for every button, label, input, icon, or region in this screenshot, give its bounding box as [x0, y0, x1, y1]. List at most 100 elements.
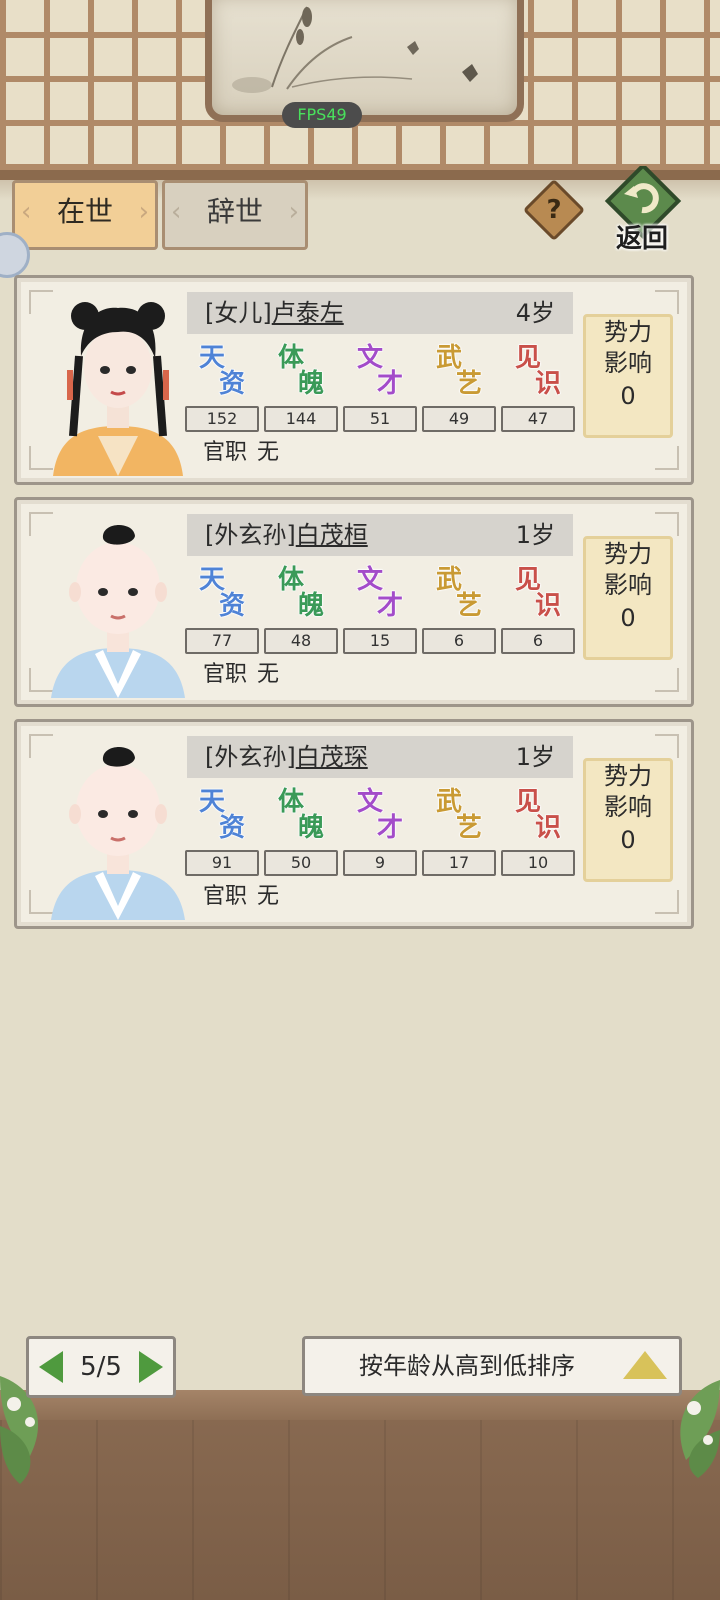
stat-literacy-glyph-2: 才: [376, 369, 404, 399]
next-page-arrow-icon[interactable]: [139, 1351, 163, 1383]
stat-literacy-value: 9: [343, 850, 417, 876]
sort-button[interactable]: 按年龄从高到低排序: [302, 1336, 682, 1396]
age-label: 4岁: [515, 299, 555, 327]
stat-physique-glyph-1: 体: [277, 343, 305, 373]
stat-physique-value: 144: [264, 406, 338, 432]
stat-physique-glyph-2: 魄: [297, 369, 325, 399]
stat-martial-value: 17: [422, 850, 496, 876]
office-value: 无: [257, 440, 280, 465]
stat-literacy: 文 才 15: [343, 564, 417, 654]
member-name-link[interactable]: 白茂琛: [296, 743, 368, 771]
stat-physique: 体 魄 50: [264, 786, 338, 876]
stat-martial-value: 49: [422, 406, 496, 432]
back-button-label[interactable]: 返回: [604, 218, 680, 255]
stat-physique-glyph-1: 体: [277, 787, 305, 817]
stat-literacy: 文 才 9: [343, 786, 417, 876]
office-value: 无: [257, 884, 280, 909]
stat-insight-glyph-1: 见: [514, 787, 542, 817]
stat-physique: 体 魄 144: [264, 342, 338, 432]
stat-talent-glyph-1: 天: [198, 343, 226, 373]
influence-value: 0: [620, 604, 636, 632]
tab-alive-label: 在世: [56, 195, 113, 228]
stat-talent-value: 77: [185, 628, 259, 654]
stat-martial-glyph-1: 武: [435, 343, 463, 373]
member-name-link[interactable]: 卢泰左: [272, 299, 344, 327]
stat-physique: 体 魄 48: [264, 564, 338, 654]
office-row: 官职无: [203, 882, 279, 912]
stat-insight-value: 6: [501, 628, 575, 654]
wooden-shelf: [0, 1390, 720, 1600]
stat-physique-glyph-2: 魄: [297, 591, 325, 621]
stat-talent-glyph-1: 天: [198, 787, 226, 817]
stat-literacy-glyph-2: 才: [376, 813, 404, 843]
stat-insight-glyph-2: 识: [534, 813, 562, 843]
stat-insight-value: 10: [501, 850, 575, 876]
stat-insight-glyph-1: 见: [514, 565, 542, 595]
chevron-right-icon: ›: [288, 197, 299, 227]
stat-literacy-glyph-1: 文: [356, 565, 384, 595]
stat-martial-glyph-1: 武: [435, 787, 463, 817]
member-card[interactable]: [外玄孙]白茂琛 1岁 天 资 91 体 魄 50 文 才 9 武 艺 17 见…: [14, 719, 694, 929]
stat-insight: 见 识 10: [501, 786, 575, 876]
influence-box: 势力 影响 0: [583, 314, 673, 438]
stat-martial-glyph-2: 艺: [455, 369, 483, 399]
stat-talent: 天 资 91: [185, 786, 259, 876]
chevron-right-icon: ›: [138, 197, 149, 227]
question-icon: ?: [546, 195, 562, 225]
chevron-left-icon: ‹: [21, 197, 32, 227]
member-name-bar: [外玄孙]白茂琛 1岁: [187, 736, 573, 778]
stat-talent-glyph-2: 资: [218, 369, 246, 399]
stat-literacy-value: 15: [343, 628, 417, 654]
window-lattice-frame: FPS49: [0, 0, 720, 200]
influence-label-2: 影响: [604, 793, 652, 821]
stat-insight: 见 识 47: [501, 342, 575, 432]
influence-label-1: 势力: [604, 762, 652, 790]
office-label: 官职: [203, 440, 248, 465]
stat-insight-glyph-2: 识: [534, 369, 562, 399]
pagination: 5/5: [26, 1336, 176, 1398]
influence-label-1: 势力: [604, 540, 652, 568]
relation-label: [外玄孙]: [205, 521, 296, 549]
stat-physique-glyph-1: 体: [277, 565, 305, 595]
member-name-bar: [女儿]卢泰左 4岁: [187, 292, 573, 334]
member-name-link[interactable]: 白茂桓: [296, 521, 368, 549]
office-label: 官职: [203, 884, 248, 909]
office-row: 官职无: [203, 660, 279, 690]
influence-label-2: 影响: [604, 571, 652, 599]
chevron-left-icon: ‹: [171, 197, 182, 227]
tab-alive[interactable]: ‹ 在世 ›: [12, 180, 158, 250]
stat-talent-value: 152: [185, 406, 259, 432]
ink-painting: [205, 0, 524, 122]
relation-label: [外玄孙]: [205, 743, 296, 771]
influence-value: 0: [620, 826, 636, 854]
office-row: 官职无: [203, 438, 279, 468]
avatar: [53, 302, 183, 476]
stat-talent: 天 资 152: [185, 342, 259, 432]
fps-counter: FPS49: [282, 102, 362, 128]
stat-martial-glyph-2: 艺: [455, 591, 483, 621]
tab-deceased-label: 辞世: [206, 195, 263, 228]
stat-talent-glyph-1: 天: [198, 565, 226, 595]
stat-insight-glyph-1: 见: [514, 343, 542, 373]
stat-insight-value: 47: [501, 406, 575, 432]
influence-label-2: 影响: [604, 349, 652, 377]
stat-talent-glyph-2: 资: [218, 813, 246, 843]
stat-literacy-glyph-1: 文: [356, 787, 384, 817]
stat-talent-glyph-2: 资: [218, 591, 246, 621]
age-label: 1岁: [515, 743, 555, 771]
member-name-bar: [外玄孙]白茂桓 1岁: [187, 514, 573, 556]
stat-physique-value: 48: [264, 628, 338, 654]
prev-page-arrow-icon[interactable]: [39, 1351, 63, 1383]
relation-label: [女儿]: [205, 299, 272, 327]
stat-martial: 武 艺 17: [422, 786, 496, 876]
stat-martial: 武 艺 49: [422, 342, 496, 432]
stat-literacy-glyph-1: 文: [356, 343, 384, 373]
sort-label: 按年龄从高到低排序: [359, 1352, 575, 1380]
stat-martial: 武 艺 6: [422, 564, 496, 654]
influence-box: 势力 影响 0: [583, 536, 673, 660]
member-card[interactable]: [女儿]卢泰左 4岁 天 资 152 体 魄 144 文 才 51 武 艺 49…: [14, 275, 694, 485]
stat-martial-value: 6: [422, 628, 496, 654]
tab-deceased[interactable]: ‹ 辞世 ›: [162, 180, 308, 250]
member-card[interactable]: [外玄孙]白茂桓 1岁 天 资 77 体 魄 48 文 才 15 武 艺 6 见…: [14, 497, 694, 707]
avatar: [51, 524, 185, 698]
